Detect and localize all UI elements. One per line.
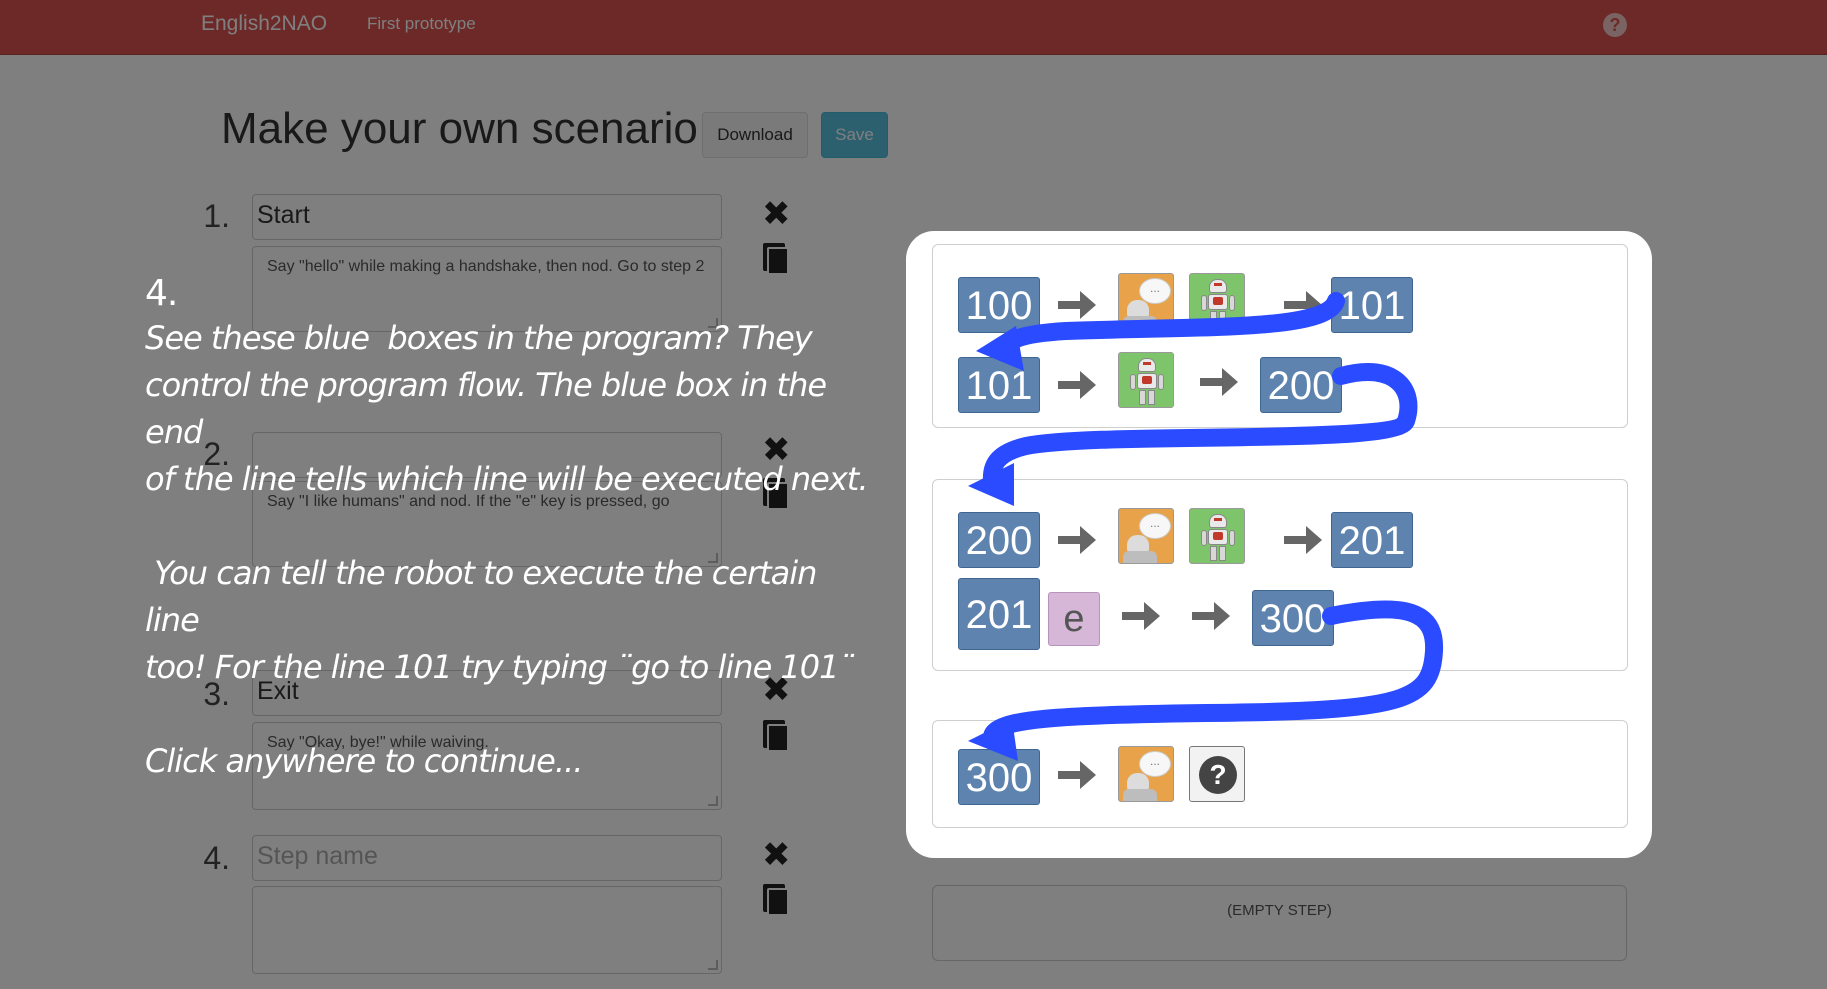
flow-box-start[interactable]: 200 (958, 512, 1040, 568)
arrow-right-icon (1058, 291, 1096, 319)
arrow-right-icon (1058, 371, 1096, 399)
question-icon[interactable]: ? (1189, 746, 1245, 802)
flow-box-start[interactable]: 201 (958, 578, 1040, 650)
move-icon[interactable] (1189, 273, 1245, 329)
program-panel: 100 ... 101 101 200 200 ... 201 201 e 30… (906, 231, 1652, 858)
tutorial-continue-hint: Click anywhere to continue... (145, 742, 583, 780)
flow-box-start[interactable]: 101 (958, 357, 1040, 413)
flow-box-next[interactable]: 201 (1331, 512, 1413, 568)
program-group: 300 ... ? (932, 720, 1628, 828)
tutorial-paragraph: You can tell the robot to execute the ce… (145, 554, 855, 686)
program-group: 200 ... 201 201 e 300 (932, 479, 1628, 671)
arrow-right-icon (1058, 526, 1096, 554)
flow-box-start[interactable]: 100 (958, 277, 1040, 333)
tutorial-text: 4. See these blue boxes in the program? … (145, 270, 875, 785)
arrow-right-icon (1284, 526, 1322, 554)
program-group: 100 ... 101 101 200 (932, 244, 1628, 428)
say-icon[interactable]: ... (1118, 508, 1174, 564)
arrow-right-icon (1192, 602, 1230, 630)
move-icon[interactable] (1118, 352, 1174, 408)
arrow-right-icon (1284, 291, 1322, 319)
move-icon[interactable] (1189, 508, 1245, 564)
key-trigger-box[interactable]: e (1048, 592, 1100, 646)
flow-box-next[interactable]: 300 (1252, 590, 1334, 646)
arrow-right-icon (1058, 761, 1096, 789)
flow-box-next[interactable]: 101 (1331, 277, 1413, 333)
flow-box-next[interactable]: 200 (1260, 357, 1342, 413)
arrow-right-icon (1122, 602, 1160, 630)
say-icon[interactable]: ... (1118, 746, 1174, 802)
arrow-right-icon (1200, 368, 1238, 396)
say-icon[interactable]: ... (1118, 273, 1174, 329)
tutorial-step-number: 4. (145, 273, 178, 314)
tutorial-paragraph: See these blue boxes in the program? The… (145, 319, 869, 498)
flow-box-start[interactable]: 300 (958, 749, 1040, 805)
